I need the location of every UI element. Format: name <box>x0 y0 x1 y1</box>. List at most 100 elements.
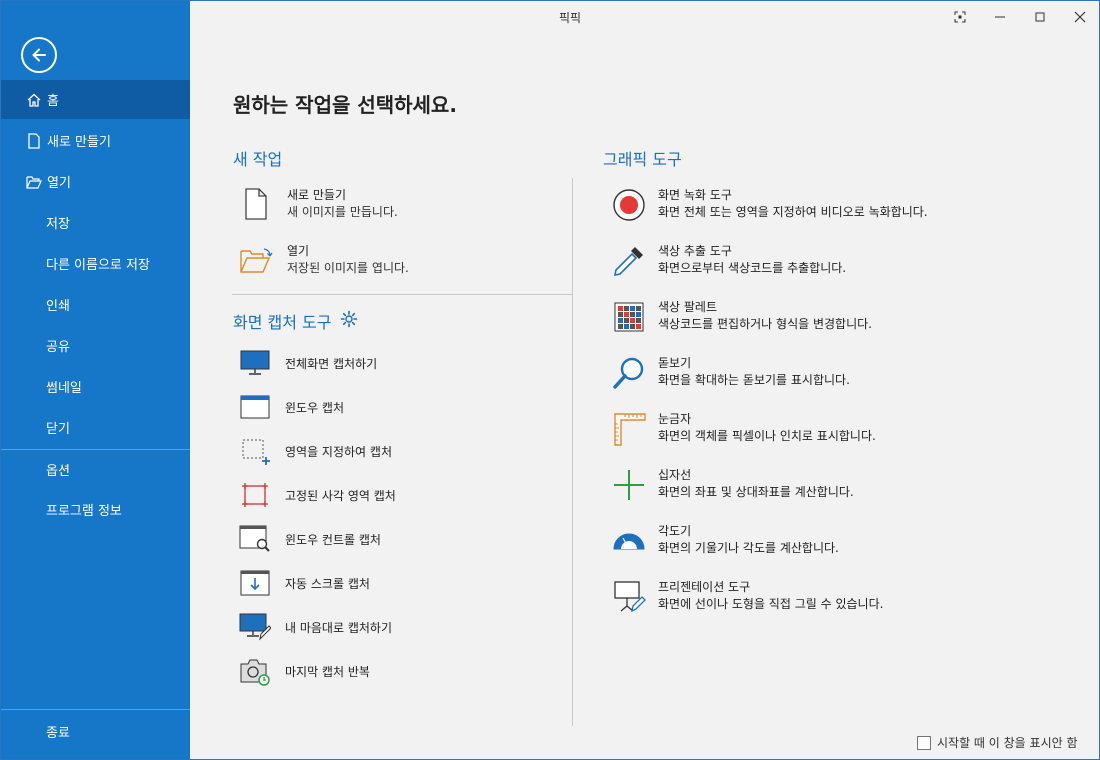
new-file-icon <box>25 132 43 150</box>
task-title: 열기 <box>287 244 310 258</box>
fullscreen-capture-item[interactable]: 전체화면 캡처하기 <box>239 348 377 378</box>
presentation-tool[interactable]: 프리젠테이션 도구 화면에 선이나 도형을 직접 그릴 수 있습니다. <box>611 579 883 615</box>
section-title-text: 새 작업 <box>233 150 283 169</box>
tool-description: 화면의 기울기나 각도를 계산합니다. <box>658 541 839 555</box>
repeat-last-capture-item[interactable]: 마지막 캡처 반복 <box>239 656 370 686</box>
app-title: 픽픽 <box>558 11 582 25</box>
capture-section-title: 화면 캡처 도구 <box>233 309 358 333</box>
tool-description: 색상코드를 편집하거나 형식을 변경합니다. <box>658 317 872 331</box>
window-capture-item[interactable]: 윈도우 캡처 <box>239 392 344 422</box>
back-arrow-icon <box>32 48 46 62</box>
sidebar-item-label: 공유 <box>46 340 70 355</box>
region-select-icon <box>239 436 271 466</box>
color-picker-tool[interactable]: 색상 추출 도구 화면으로부터 색상코드를 추출합니다. <box>611 243 846 279</box>
new-image-task[interactable]: 새로 만들기 새 이미지를 만듭니다. <box>239 187 398 221</box>
sidebar-item-save-as[interactable]: 다른 이름으로 저장 <box>1 244 190 283</box>
checkbox-box[interactable] <box>917 735 931 750</box>
tool-title: 십자선 <box>658 468 692 482</box>
palette-grid-icon <box>611 299 647 335</box>
capture-item-label: 전체화면 캡처하기 <box>285 356 378 371</box>
sidebar-item-new[interactable]: 새로 만들기 <box>1 121 190 160</box>
tool-description: 화면을 확대하는 돋보기를 표시합니다. <box>658 373 850 387</box>
sidebar-item-about[interactable]: 프로그램 정보 <box>1 490 190 529</box>
graphic-section-title: 그래픽 도구 <box>603 146 682 170</box>
home-icon <box>25 91 43 109</box>
protractor-tool[interactable]: 각도기 화면의 기울기나 각도를 계산합니다. <box>611 523 839 559</box>
capture-item-label: 내 마음대로 캡처하기 <box>285 620 392 635</box>
color-palette-tool[interactable]: 색상 팔레트 색상코드를 편집하거나 형식을 변경합니다. <box>611 299 872 335</box>
close-icon <box>1074 11 1086 23</box>
crosshair-tool[interactable]: 십자선 화면의 좌표 및 상대좌표를 계산합니다. <box>611 467 854 503</box>
screen-recorder-tool[interactable]: 화면 녹화 도구 화면 전체 또는 영역을 지정하여 비디오로 녹화합니다. <box>611 187 928 223</box>
ruler-tool[interactable]: 눈금자 화면의 객체를 픽셀이나 인치로 표시합니다. <box>611 411 876 447</box>
maximize-button[interactable] <box>1026 5 1054 29</box>
magnifier-tool[interactable]: 돋보기 화면을 확대하는 돋보기를 표시합니다. <box>611 355 850 391</box>
sidebar-item-close[interactable]: 닫기 <box>1 408 190 447</box>
sidebar-item-save[interactable]: 저장 <box>1 203 190 242</box>
region-capture-item[interactable]: 영역을 지정하여 캡처 <box>239 436 392 466</box>
new-task-section-title: 새 작업 <box>233 146 282 170</box>
tool-title: 화면 녹화 도구 <box>658 188 732 202</box>
sidebar-item-label: 썸네일 <box>46 381 82 396</box>
monitor-pen-icon <box>239 612 271 642</box>
capture-settings-gear-icon[interactable] <box>340 310 358 332</box>
checkbox-label: 시작할 때 이 창을 표시안 함 <box>937 736 1078 750</box>
fixed-region-icon <box>239 480 271 510</box>
minimize-icon <box>995 16 1005 18</box>
tool-title: 색상 팔레트 <box>658 300 718 314</box>
sidebar-item-exit[interactable]: 종료 <box>1 712 190 751</box>
tool-description: 화면의 객체를 픽셀이나 인치로 표시합니다. <box>658 429 876 443</box>
maximize-icon <box>1035 12 1045 22</box>
tool-title: 프리젠테이션 도구 <box>658 580 751 594</box>
page-title: 원하는 작업을 선택하세요. <box>233 93 457 117</box>
sidebar-item-share[interactable]: 공유 <box>1 326 190 365</box>
fixed-region-capture-item[interactable]: 고정된 사각 영역 캡처 <box>239 480 396 510</box>
magnifier-icon <box>611 355 647 391</box>
sidebar-item-home[interactable]: 홈 <box>1 80 190 119</box>
sidebar-item-label: 닫기 <box>46 422 70 437</box>
capture-item-label: 고정된 사각 영역 캡처 <box>285 488 396 503</box>
new-file-icon <box>239 187 273 221</box>
capture-window-button[interactable] <box>946 5 974 29</box>
whiteboard-pen-icon <box>611 579 647 615</box>
window-control-capture-item[interactable]: 윈도우 컨트롤 캡처 <box>239 524 381 554</box>
window-control-icon <box>239 524 271 554</box>
protractor-icon <box>611 523 647 559</box>
sidebar-item-print[interactable]: 인쇄 <box>1 285 190 324</box>
sidebar-item-label: 열기 <box>47 176 71 191</box>
task-description: 저장된 이미지를 엽니다. <box>287 261 409 275</box>
sidebar: 홈 새로 만들기 열기 저장 다른 이름으로 저장 인쇄 공유 썸네일 닫기 옵… <box>1 1 190 759</box>
close-button[interactable] <box>1066 5 1094 29</box>
camera-repeat-icon <box>239 656 271 686</box>
capture-item-label: 마지막 캡처 반복 <box>285 664 370 679</box>
app-window: 홈 새로 만들기 열기 저장 다른 이름으로 저장 인쇄 공유 썸네일 닫기 옵… <box>0 0 1100 760</box>
task-title: 새로 만들기 <box>287 188 347 202</box>
open-image-task[interactable]: 열기 저장된 이미지를 엽니다. <box>239 243 409 277</box>
task-description: 새 이미지를 만듭니다. <box>287 205 398 219</box>
tool-title: 각도기 <box>658 524 692 538</box>
freehand-capture-item[interactable]: 내 마음대로 캡처하기 <box>239 612 392 642</box>
sidebar-item-open[interactable]: 열기 <box>1 162 190 201</box>
minimize-button[interactable] <box>986 5 1014 29</box>
open-folder-icon <box>25 173 43 191</box>
crosshair-icon <box>611 467 647 503</box>
section-title-text: 그래픽 도구 <box>603 150 682 169</box>
tool-title: 색상 추출 도구 <box>658 244 732 258</box>
record-icon <box>611 187 647 223</box>
back-button[interactable] <box>21 37 57 73</box>
window-icon <box>239 392 271 422</box>
capture-item-label: 영역을 지정하여 캡처 <box>285 444 392 459</box>
sidebar-item-label: 프로그램 정보 <box>46 504 122 519</box>
tool-description: 화면의 좌표 및 상대좌표를 계산합니다. <box>658 485 854 499</box>
capture-icon <box>954 11 966 23</box>
hide-on-startup-checkbox[interactable]: 시작할 때 이 창을 표시안 함 <box>917 734 1078 751</box>
ruler-icon <box>611 411 647 447</box>
eyedropper-icon <box>611 243 647 279</box>
tool-description: 화면 전체 또는 영역을 지정하여 비디오로 녹화합니다. <box>658 205 928 219</box>
sidebar-item-options[interactable]: 옵션 <box>1 450 190 489</box>
title-bar: 픽픽 <box>190 1 1099 33</box>
sidebar-item-label: 옵션 <box>46 464 70 479</box>
sidebar-item-label: 종료 <box>46 726 70 741</box>
auto-scroll-capture-item[interactable]: 자동 스크롤 캡처 <box>239 568 370 598</box>
sidebar-item-thumbnail[interactable]: 썸네일 <box>1 367 190 406</box>
